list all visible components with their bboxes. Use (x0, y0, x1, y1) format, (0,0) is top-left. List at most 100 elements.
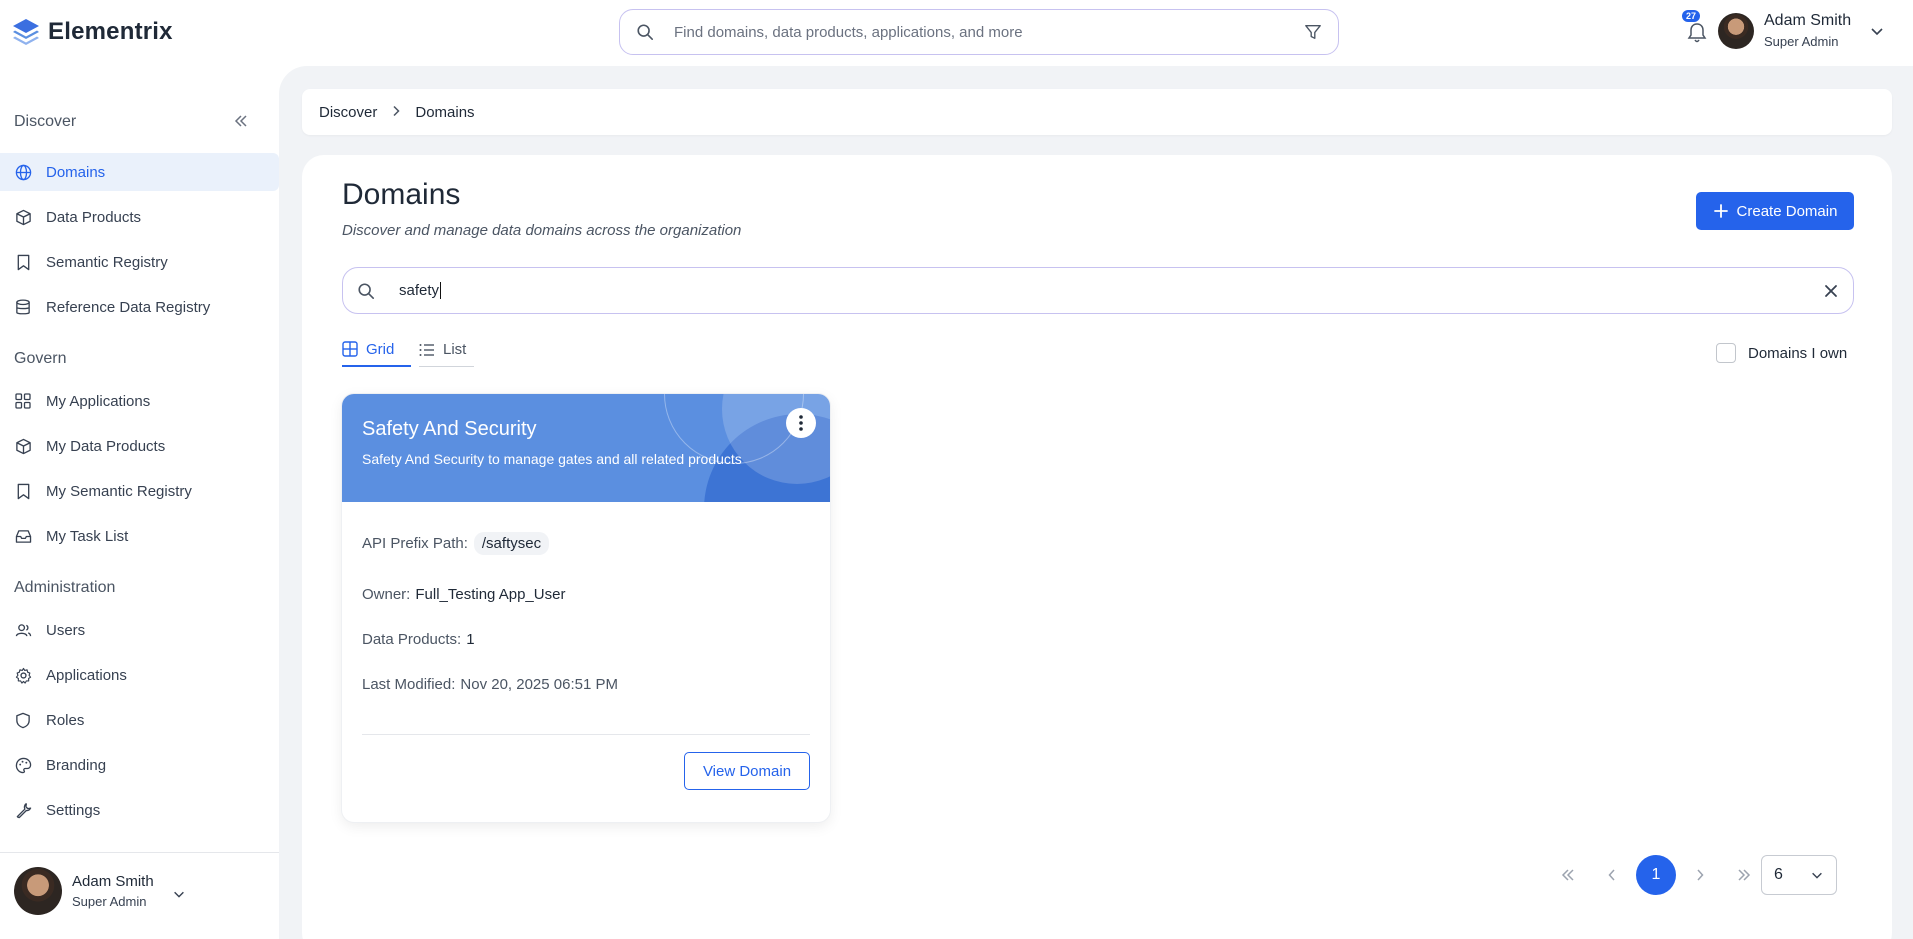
list-view-icon (419, 343, 434, 356)
cube-icon (14, 208, 32, 226)
owner-label: Owner: (362, 586, 411, 603)
grid-view-icon (342, 341, 358, 357)
domains-i-own-filter[interactable]: Domains I own (1716, 343, 1847, 363)
global-search-placeholder: Find domains, data products, application… (674, 23, 1023, 41)
database-icon (14, 298, 32, 316)
domains-i-own-label: Domains I own (1748, 344, 1848, 362)
page-button-current[interactable]: 1 (1636, 855, 1676, 895)
sidebar-item-label: Data Products (46, 208, 142, 226)
user-menu[interactable]: Adam Smith Super Admin (1718, 12, 1885, 49)
sidebar-item-label: Domains (46, 163, 106, 181)
owner-row: Owner: Full_Testing App_User (362, 586, 565, 603)
sidebar-item-label: Applications (46, 666, 127, 684)
data-products-count: 1 (466, 631, 475, 648)
domain-card-header: Safety And Security Safety And Security … (342, 394, 830, 502)
sidebar-item-branding[interactable]: Branding (0, 746, 279, 784)
card-more-options-button[interactable] (786, 408, 816, 438)
sidebar-item-domains[interactable]: Domains (0, 153, 279, 191)
sidebar-item-label: Users (46, 621, 86, 639)
data-products-label: Data Products: (362, 631, 462, 648)
user-role: Super Admin (72, 894, 147, 909)
user-role: Super Admin (1764, 34, 1839, 49)
tab-list[interactable]: List (419, 337, 474, 367)
layers-logo-icon (13, 19, 39, 45)
plus-icon (1713, 204, 1728, 218)
page-size-select[interactable]: 6 (1761, 855, 1837, 895)
domain-search-value: safety (399, 281, 440, 299)
bell-icon (1687, 23, 1707, 43)
view-domain-button[interactable]: View Domain (684, 752, 810, 790)
breadcrumb-item-domains: Domains (415, 103, 475, 121)
sidebar-item-label: My Task List (46, 527, 129, 545)
last-page-button[interactable] (1722, 855, 1766, 895)
sidebar-item-label: Reference Data Registry (46, 298, 211, 316)
api-prefix-label: API Prefix Path: (362, 535, 468, 552)
tab-grid-label: Grid (366, 340, 395, 358)
global-search-input[interactable]: Find domains, data products, application… (619, 9, 1339, 55)
tab-grid[interactable]: Grid (342, 337, 411, 367)
domains-i-own-checkbox[interactable] (1716, 343, 1736, 363)
page-subtitle: Discover and manage data domains across … (342, 222, 742, 239)
user-name: Adam Smith (1764, 12, 1852, 29)
app-name: Elementrix (48, 18, 173, 45)
first-page-button[interactable] (1546, 855, 1590, 895)
sidebar-item-label: My Data Products (46, 437, 166, 455)
sidebar-item-label: Settings (46, 801, 101, 819)
domain-search-input[interactable]: safety (342, 267, 1854, 314)
pagination: 1 (1546, 855, 1766, 895)
sidebar-item-my-applications[interactable]: My Applications (0, 382, 279, 420)
sidebar-item-settings[interactable]: Settings (0, 791, 279, 829)
sidebar-item-data-products[interactable]: Data Products (0, 198, 279, 236)
domain-card-title: Safety And Security (362, 418, 537, 440)
gear-cog-icon (14, 666, 32, 684)
sidebar-item-users[interactable]: Users (0, 611, 279, 649)
divider (362, 734, 810, 735)
api-prefix-row: API Prefix Path: /saftysec (362, 532, 550, 555)
api-prefix-chip: /saftysec (473, 532, 550, 555)
sidebar-item-my-data-products[interactable]: My Data Products (0, 427, 279, 465)
create-domain-label: Create Domain (1736, 202, 1838, 220)
double-chevron-left-icon (1561, 869, 1574, 881)
sidebar-item-my-semantic-registry[interactable]: My Semantic Registry (0, 472, 279, 510)
previous-page-button[interactable] (1590, 855, 1634, 895)
sidebar-item-roles[interactable]: Roles (0, 701, 279, 739)
sidebar-item-applications[interactable]: Applications (0, 656, 279, 694)
wrench-icon (14, 801, 32, 819)
sidebar-section-discover: Discover (14, 113, 77, 130)
sidebar-item-my-task-list[interactable]: My Task List (0, 517, 279, 555)
double-chevron-right-icon (1738, 869, 1751, 881)
collapse-sidebar-button[interactable] (234, 113, 248, 133)
inbox-icon (14, 527, 32, 545)
sidebar-item-label: Roles (46, 711, 85, 729)
page-size-value: 6 (1774, 866, 1783, 883)
notification-count-badge: 27 (1682, 10, 1701, 22)
tab-list-label: List (443, 341, 467, 358)
top-bar: Elementrix Find domains, data products, … (0, 0, 1913, 64)
last-modified-row: Last Modified: Nov 20, 2025 06:51 PM (362, 676, 618, 693)
search-icon (358, 282, 375, 299)
users-icon (14, 621, 32, 639)
next-page-button[interactable] (1678, 855, 1722, 895)
apps-grid-icon (14, 392, 32, 410)
user-name: Adam Smith (72, 873, 154, 890)
sidebar-item-semantic-registry[interactable]: Semantic Registry (0, 243, 279, 281)
notifications-button[interactable]: 27 (1682, 10, 1708, 46)
domain-card: Safety And Security Safety And Security … (342, 394, 830, 822)
bookmark-icon (14, 253, 32, 271)
sidebar-item-label: Branding (46, 756, 107, 774)
globe-icon (14, 163, 32, 181)
app-logo[interactable]: Elementrix (10, 16, 173, 48)
chevron-down-icon (1871, 27, 1883, 35)
filter-icon[interactable] (1304, 23, 1322, 41)
breadcrumb-item-discover[interactable]: Discover (319, 104, 377, 121)
data-products-row: Data Products: 1 (362, 631, 475, 648)
clear-search-icon[interactable] (1823, 283, 1839, 299)
avatar (14, 867, 62, 915)
sidebar-item-label: Semantic Registry (46, 253, 168, 271)
chevron-down-icon (1812, 872, 1822, 879)
double-chevron-left-icon (234, 115, 247, 127)
create-domain-button[interactable]: Create Domain (1696, 192, 1854, 230)
cube-icon (14, 437, 32, 455)
sidebar-item-reference-data-registry[interactable]: Reference Data Registry (0, 288, 279, 326)
sidebar-user-footer[interactable]: Adam Smith Super Admin (0, 852, 279, 939)
